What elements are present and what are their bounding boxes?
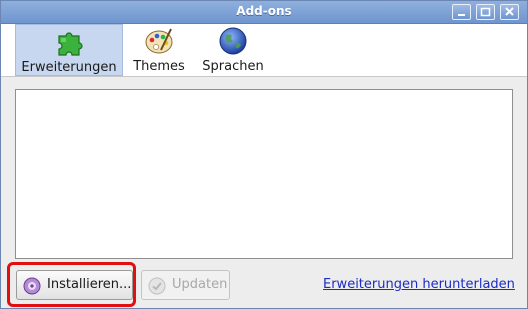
tab-languages-label: Sprachen bbox=[202, 59, 264, 74]
tab-languages[interactable]: Sprachen bbox=[197, 24, 269, 76]
install-button-label: Installieren... bbox=[47, 277, 132, 292]
close-button[interactable] bbox=[500, 4, 519, 20]
minimize-button[interactable] bbox=[452, 4, 471, 20]
tab-themes[interactable]: Themes bbox=[125, 24, 193, 76]
update-button-label: Updaten bbox=[172, 277, 228, 292]
update-check-icon bbox=[148, 277, 166, 295]
minimize-icon bbox=[458, 14, 465, 16]
tab-themes-label: Themes bbox=[133, 59, 185, 74]
maximize-button[interactable] bbox=[476, 4, 495, 20]
tab-extensions-label: Erweiterungen bbox=[21, 60, 117, 75]
globe-icon bbox=[219, 27, 247, 55]
category-toolbar: Erweiterungen Themes Sprachen bbox=[1, 24, 527, 77]
install-disc-icon bbox=[23, 277, 41, 295]
addon-list[interactable] bbox=[15, 89, 513, 259]
addons-window: Add-ons Erweiterungen Themes Sprachen In… bbox=[0, 0, 528, 309]
download-extensions-link[interactable]: Erweiterungen herunterladen bbox=[323, 277, 515, 292]
puzzle-icon bbox=[58, 32, 83, 56]
window-title: Add-ons bbox=[236, 4, 292, 18]
install-button[interactable]: Installieren... bbox=[16, 270, 133, 300]
title-bar[interactable]: Add-ons bbox=[1, 1, 527, 24]
tab-extensions[interactable]: Erweiterungen bbox=[15, 24, 123, 76]
maximize-icon bbox=[480, 7, 491, 17]
update-button[interactable]: Updaten bbox=[141, 270, 230, 300]
palette-icon bbox=[145, 28, 173, 54]
close-icon bbox=[505, 7, 514, 16]
